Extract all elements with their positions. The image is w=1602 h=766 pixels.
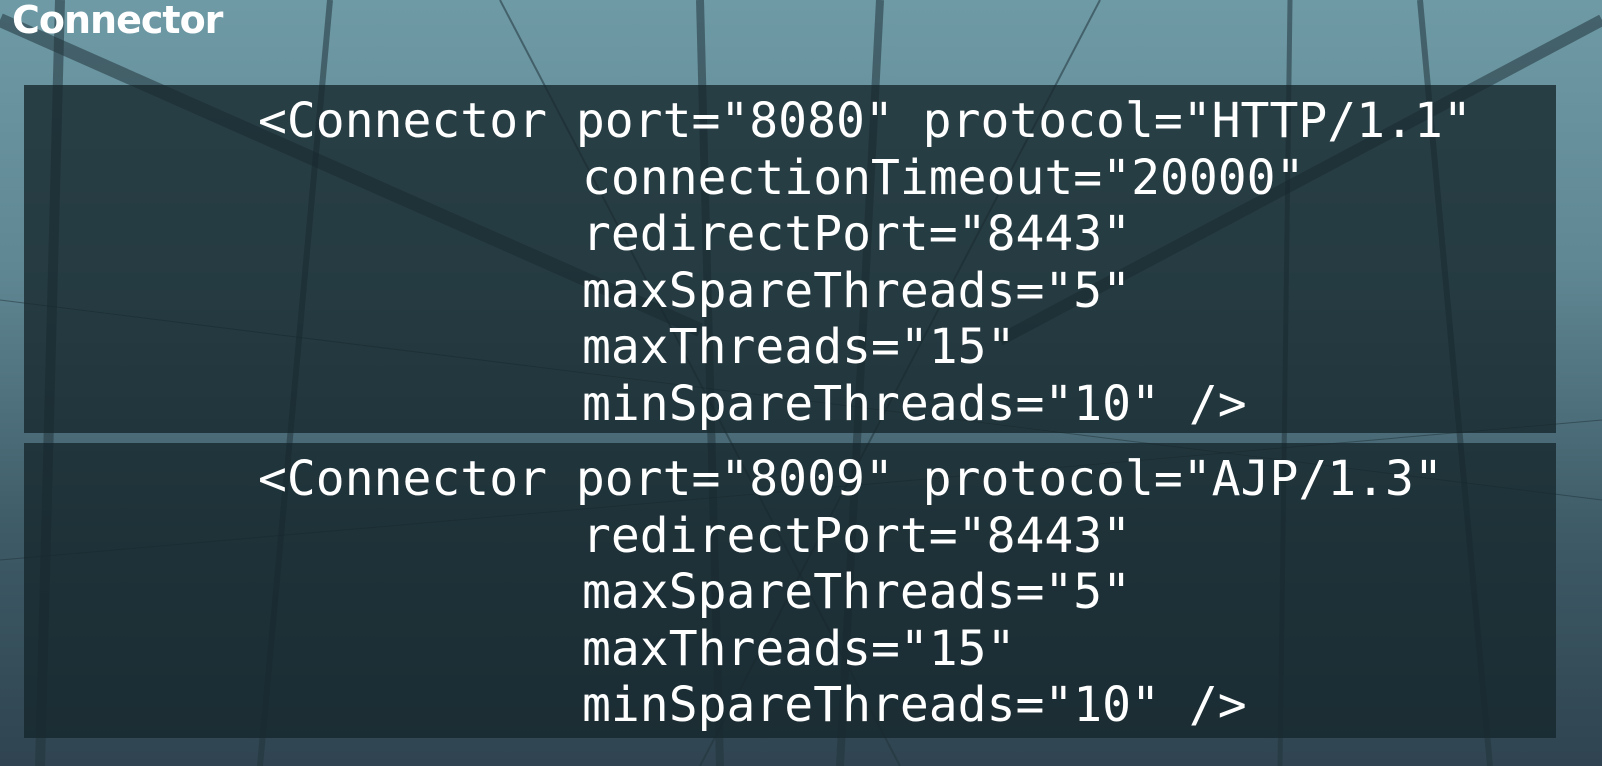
code-line: <Connector port="8080" protocol="HTTP/1.… bbox=[258, 93, 1472, 149]
slide-title: Connector bbox=[12, 0, 223, 42]
code-line: redirectPort="8443" bbox=[582, 507, 1132, 564]
code-line: redirectPort="8443" bbox=[582, 206, 1132, 262]
code-line: connectionTimeout="20000" bbox=[582, 149, 1305, 206]
code-block-http-connector: <Connector port="8080" protocol="HTTP/1.… bbox=[24, 85, 1556, 433]
code-line: maxThreads="15" bbox=[582, 620, 1016, 677]
code-line: minSpareThreads="10" /> bbox=[582, 677, 1247, 733]
code-line: maxSpareThreads="5" bbox=[582, 564, 1132, 620]
code-line: minSpareThreads="10" /> bbox=[582, 375, 1247, 432]
code-block-ajp-connector: <Connector port="8009" protocol="AJP/1.3… bbox=[24, 443, 1556, 738]
code-line: maxThreads="15" bbox=[582, 319, 1016, 375]
code-line: maxSpareThreads="5" bbox=[582, 262, 1132, 319]
code-line: <Connector port="8009" protocol="AJP/1.3… bbox=[258, 451, 1443, 507]
